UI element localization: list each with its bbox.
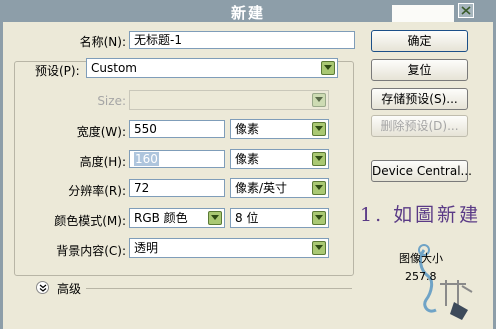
delete-preset-button: 删除预设(D)... bbox=[371, 115, 468, 137]
chevron-down-icon bbox=[315, 156, 323, 161]
width-unit-select[interactable]: 像素 bbox=[230, 119, 329, 139]
chevron-down-icon bbox=[315, 185, 323, 190]
width-unit-dropdown-arrow[interactable] bbox=[312, 122, 326, 136]
color-mode-dropdown-arrow[interactable] bbox=[208, 211, 222, 225]
double-chevron-down-icon bbox=[39, 284, 47, 292]
device-central-button[interactable]: Device Central... bbox=[371, 160, 472, 182]
caption-annotation: 1. 如圖新建 bbox=[360, 204, 482, 226]
chevron-down-icon bbox=[324, 65, 332, 70]
save-preset-button[interactable]: 存储预设(S)... bbox=[371, 88, 468, 110]
preset-label: 预设(P): bbox=[28, 62, 89, 79]
preset-select[interactable]: Custom bbox=[86, 58, 338, 78]
resolution-unit-select[interactable]: 像素/英寸 bbox=[230, 178, 329, 198]
dialog-title: 新建 bbox=[230, 4, 265, 22]
size-select bbox=[129, 90, 329, 110]
image-size-label: 图像大小 bbox=[399, 252, 443, 265]
chevron-down-icon bbox=[211, 215, 219, 220]
height-unit-dropdown-arrow[interactable] bbox=[312, 152, 326, 166]
resolution-unit-value: 像素/英寸 bbox=[235, 181, 288, 195]
background-contents-value: 透明 bbox=[134, 241, 159, 255]
height-unit-select[interactable]: 像素 bbox=[230, 149, 329, 169]
height-label: 高度(H): bbox=[79, 155, 126, 169]
height-unit-value: 像素 bbox=[235, 152, 260, 166]
preset-value: Custom bbox=[91, 61, 137, 75]
resolution-label: 分辨率(R): bbox=[68, 184, 126, 198]
color-mode-select[interactable]: RGB 颜色 bbox=[129, 208, 225, 228]
advanced-toggle-button[interactable] bbox=[36, 281, 49, 294]
chevron-down-icon bbox=[315, 97, 323, 102]
window-border-left bbox=[0, 22, 3, 329]
advanced-label[interactable]: 高级 bbox=[57, 280, 81, 297]
advanced-divider bbox=[86, 288, 352, 289]
image-size-value: 257.8 bbox=[405, 270, 437, 283]
preset-dropdown-arrow[interactable] bbox=[321, 61, 335, 75]
background-contents-select[interactable]: 透明 bbox=[129, 238, 329, 258]
resolution-input[interactable]: 72 bbox=[129, 179, 225, 197]
name-label: 名称(N): bbox=[79, 35, 126, 49]
resolution-unit-dropdown-arrow[interactable] bbox=[312, 181, 326, 195]
height-input[interactable]: 160 bbox=[129, 150, 225, 168]
color-mode-label: 颜色模式(M): bbox=[54, 214, 126, 228]
reset-button[interactable]: 复位 bbox=[371, 59, 468, 81]
size-label: Size: bbox=[97, 94, 126, 108]
width-unit-value: 像素 bbox=[235, 122, 260, 136]
size-dropdown-arrow bbox=[312, 93, 326, 107]
close-button[interactable] bbox=[458, 3, 474, 18]
ok-button[interactable]: 确定 bbox=[371, 30, 468, 52]
title-bar: 新建 bbox=[0, 0, 496, 22]
background-contents-dropdown-arrow[interactable] bbox=[312, 241, 326, 255]
color-mode-value: RGB 颜色 bbox=[134, 211, 188, 225]
chevron-down-icon bbox=[315, 215, 323, 220]
close-icon bbox=[461, 6, 471, 15]
height-value-selected: 160 bbox=[134, 152, 159, 166]
background-contents-label: 背景内容(C): bbox=[56, 244, 126, 258]
width-label: 宽度(W): bbox=[76, 125, 126, 139]
width-input[interactable]: 550 bbox=[129, 120, 225, 138]
bit-depth-dropdown-arrow[interactable] bbox=[312, 211, 326, 225]
name-input[interactable]: 无标题-1 bbox=[129, 31, 355, 49]
chevron-down-icon bbox=[315, 245, 323, 250]
bit-depth-select[interactable]: 8 位 bbox=[230, 208, 329, 228]
chevron-down-icon bbox=[315, 126, 323, 131]
new-document-dialog: 新建 名称(N): 无标题-1 预设(P): Custom Size: 宽度(W… bbox=[0, 0, 496, 329]
bit-depth-value: 8 位 bbox=[235, 211, 259, 225]
